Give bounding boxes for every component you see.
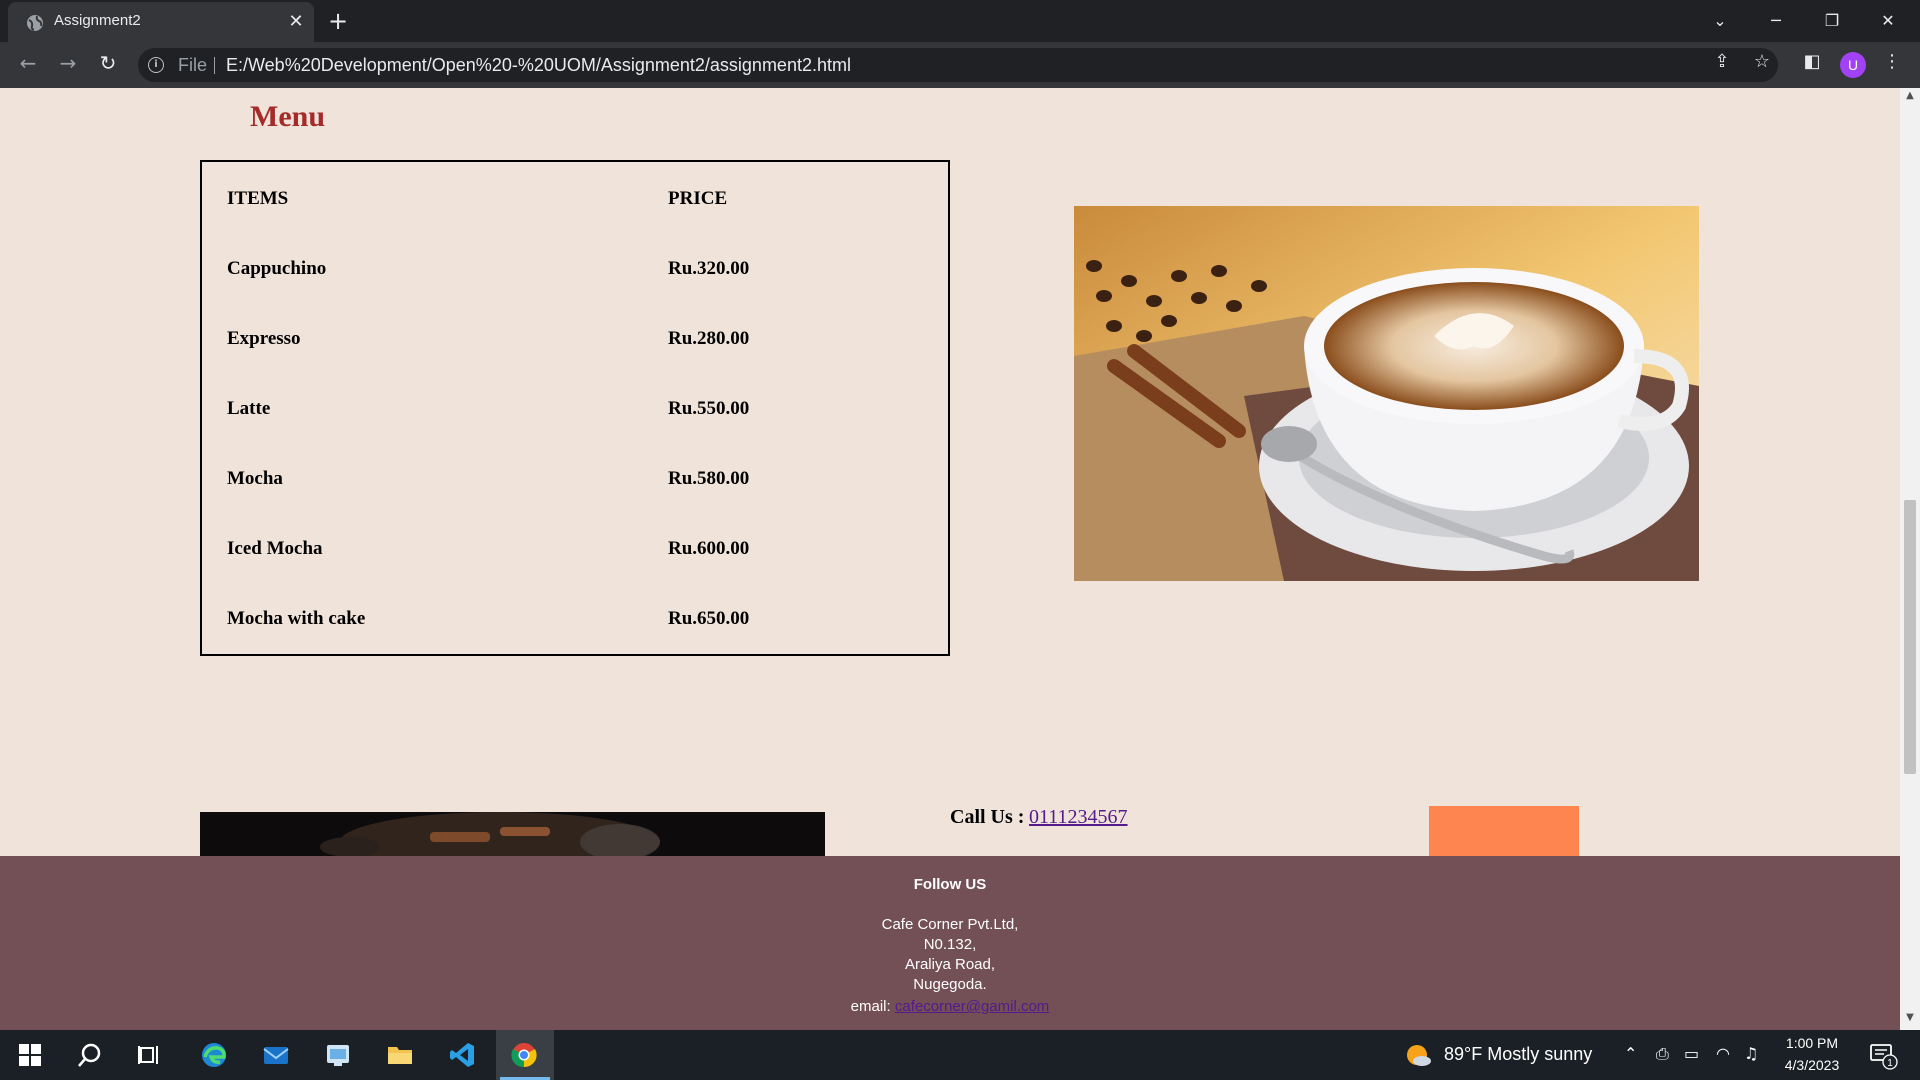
table-header-row: ITEMS PRICE: [202, 188, 948, 258]
table-row: Cappuchino Ru.320.00: [202, 258, 948, 328]
notification-count: 1: [1887, 1058, 1893, 1069]
camera-icon[interactable]: ⎙: [1656, 1044, 1669, 1064]
tab-search-chevron-icon[interactable]: ⌄: [1700, 6, 1740, 36]
address-line: N0.132,: [923, 936, 977, 953]
mail-app[interactable]: [248, 1030, 304, 1080]
url-text[interactable]: E:/Web%20Development/Open%20-%20UOM/Assi…: [226, 55, 851, 76]
back-icon[interactable]: ←: [14, 51, 42, 79]
file-explorer-app[interactable]: [372, 1030, 428, 1080]
item-price: Ru.280.00: [668, 328, 750, 349]
item-name: Expresso: [227, 328, 301, 349]
share-icon[interactable]: ⇪: [1708, 51, 1736, 79]
table-row: Mocha with cake Ru.650.00: [202, 608, 948, 678]
table-row: Latte Ru.550.00: [202, 398, 948, 468]
volume-icon[interactable]: ♫: [1744, 1044, 1758, 1063]
task-view-icon: [138, 1046, 158, 1064]
cappuccino-image: [1074, 206, 1699, 581]
address-separator: [214, 57, 215, 74]
profile-avatar[interactable]: U: [1840, 52, 1866, 78]
edge-app[interactable]: [186, 1030, 242, 1080]
item-name: Cappuchino: [227, 258, 327, 279]
more-menu-icon[interactable]: ⋮: [1878, 51, 1906, 79]
scroll-down-arrow-icon[interactable]: ▼: [1900, 1012, 1920, 1028]
weather-text[interactable]: 89°F Mostly sunny: [1444, 1044, 1592, 1065]
address-line: Nugegoda.: [913, 976, 987, 993]
restore-icon[interactable]: ❐: [1812, 6, 1852, 36]
close-window-icon[interactable]: ✕: [1868, 6, 1908, 36]
page-scrollbar[interactable]: ▲ ▼: [1900, 88, 1920, 1030]
vscode-icon: [450, 1043, 474, 1067]
edge-browser-icon: [202, 1043, 226, 1067]
address-bar[interactable]: i File E:/Web%20Development/Open%20-%20U…: [138, 48, 1778, 82]
task-view-button[interactable]: [122, 1030, 178, 1080]
price-column-header: PRICE: [668, 188, 728, 209]
address-line: Araliya Road,: [904, 956, 996, 973]
email-link[interactable]: cafecorner@gamil.com: [895, 998, 1049, 1015]
weather-sun-cloud-icon: [1407, 1045, 1431, 1066]
wifi-icon[interactable]: ◠: [1716, 1044, 1730, 1063]
item-name: Mocha with cake: [227, 608, 366, 629]
folder-icon: [388, 1047, 412, 1064]
minimize-icon[interactable]: ─: [1756, 6, 1796, 36]
globe-icon: [27, 15, 43, 31]
close-tab-icon[interactable]: ✕: [284, 10, 308, 34]
clock-date[interactable]: 4/3/2023: [1772, 1057, 1852, 1073]
reload-icon[interactable]: ↻: [94, 51, 122, 79]
remote-desktop-app[interactable]: [310, 1030, 366, 1080]
menu-heading: Menu: [250, 100, 325, 133]
item-name: Latte: [227, 398, 271, 419]
email-label: email:: [850, 998, 891, 1015]
tab-title: Assignment2: [54, 12, 141, 29]
mail-icon: [263, 1047, 289, 1064]
item-price: Ru.650.00: [668, 608, 750, 629]
chrome-app[interactable]: [496, 1030, 554, 1080]
item-price: Ru.600.00: [668, 538, 750, 559]
web-page: Menu ITEMS PRICE Cappuchino Ru.320.00 Ex…: [0, 88, 1900, 1030]
browser-tab-strip: Assignment2 ✕ + ⌄ ─ ❐ ✕: [0, 0, 1920, 42]
item-name: Iced Mocha: [227, 538, 323, 559]
table-row: Mocha Ru.580.00: [202, 468, 948, 538]
follow-us-heading: Follow US: [913, 876, 987, 893]
menu-table: ITEMS PRICE Cappuchino Ru.320.00 Express…: [200, 160, 950, 656]
start-button[interactable]: [2, 1030, 58, 1080]
scheme-label: File: [178, 55, 208, 75]
forward-icon[interactable]: →: [54, 51, 82, 79]
item-price: Ru.550.00: [668, 398, 750, 419]
item-name: Mocha: [227, 468, 283, 489]
search-button[interactable]: [62, 1030, 118, 1080]
notification-center-icon[interactable]: 1: [1868, 1040, 1898, 1070]
footer: Follow US Cafe Corner Pvt.Ltd, N0.132, A…: [0, 856, 1900, 1030]
new-tab-icon[interactable]: +: [325, 8, 351, 34]
show-hidden-icons-chevron-icon[interactable]: ⌃: [1624, 1044, 1637, 1063]
table-row: Expresso Ru.280.00: [202, 328, 948, 398]
call-us-label: Call Us :: [950, 806, 1025, 828]
battery-icon[interactable]: ▭: [1684, 1044, 1699, 1063]
clock-time[interactable]: 1:00 PM: [1772, 1035, 1852, 1051]
bookmark-star-icon[interactable]: ☆: [1748, 51, 1776, 79]
side-panel-icon[interactable]: ◧: [1798, 51, 1826, 79]
phone-link[interactable]: 0111234567: [1029, 806, 1128, 829]
windows-logo-icon: [19, 1044, 41, 1066]
scrollbar-thumb[interactable]: [1904, 500, 1916, 774]
window-app-icon: [327, 1045, 349, 1066]
chrome-icon: [511, 1043, 537, 1068]
vscode-app[interactable]: [434, 1030, 490, 1080]
item-price: Ru.320.00: [668, 258, 750, 279]
search-icon: [78, 1043, 101, 1067]
browser-toolbar: ← → ↻ i File E:/Web%20Development/Open%2…: [0, 42, 1920, 88]
browser-tab[interactable]: Assignment2 ✕: [8, 2, 314, 42]
address-line: Cafe Corner Pvt.Ltd,: [881, 916, 1019, 933]
items-column-header: ITEMS: [227, 188, 289, 209]
table-row: Iced Mocha Ru.600.00: [202, 538, 948, 608]
email-line: email: cafecorner@gamil.com: [0, 998, 1900, 1015]
item-price: Ru.580.00: [668, 468, 750, 489]
info-icon[interactable]: i: [148, 57, 164, 73]
scroll-up-arrow-icon[interactable]: ▲: [1900, 90, 1920, 106]
